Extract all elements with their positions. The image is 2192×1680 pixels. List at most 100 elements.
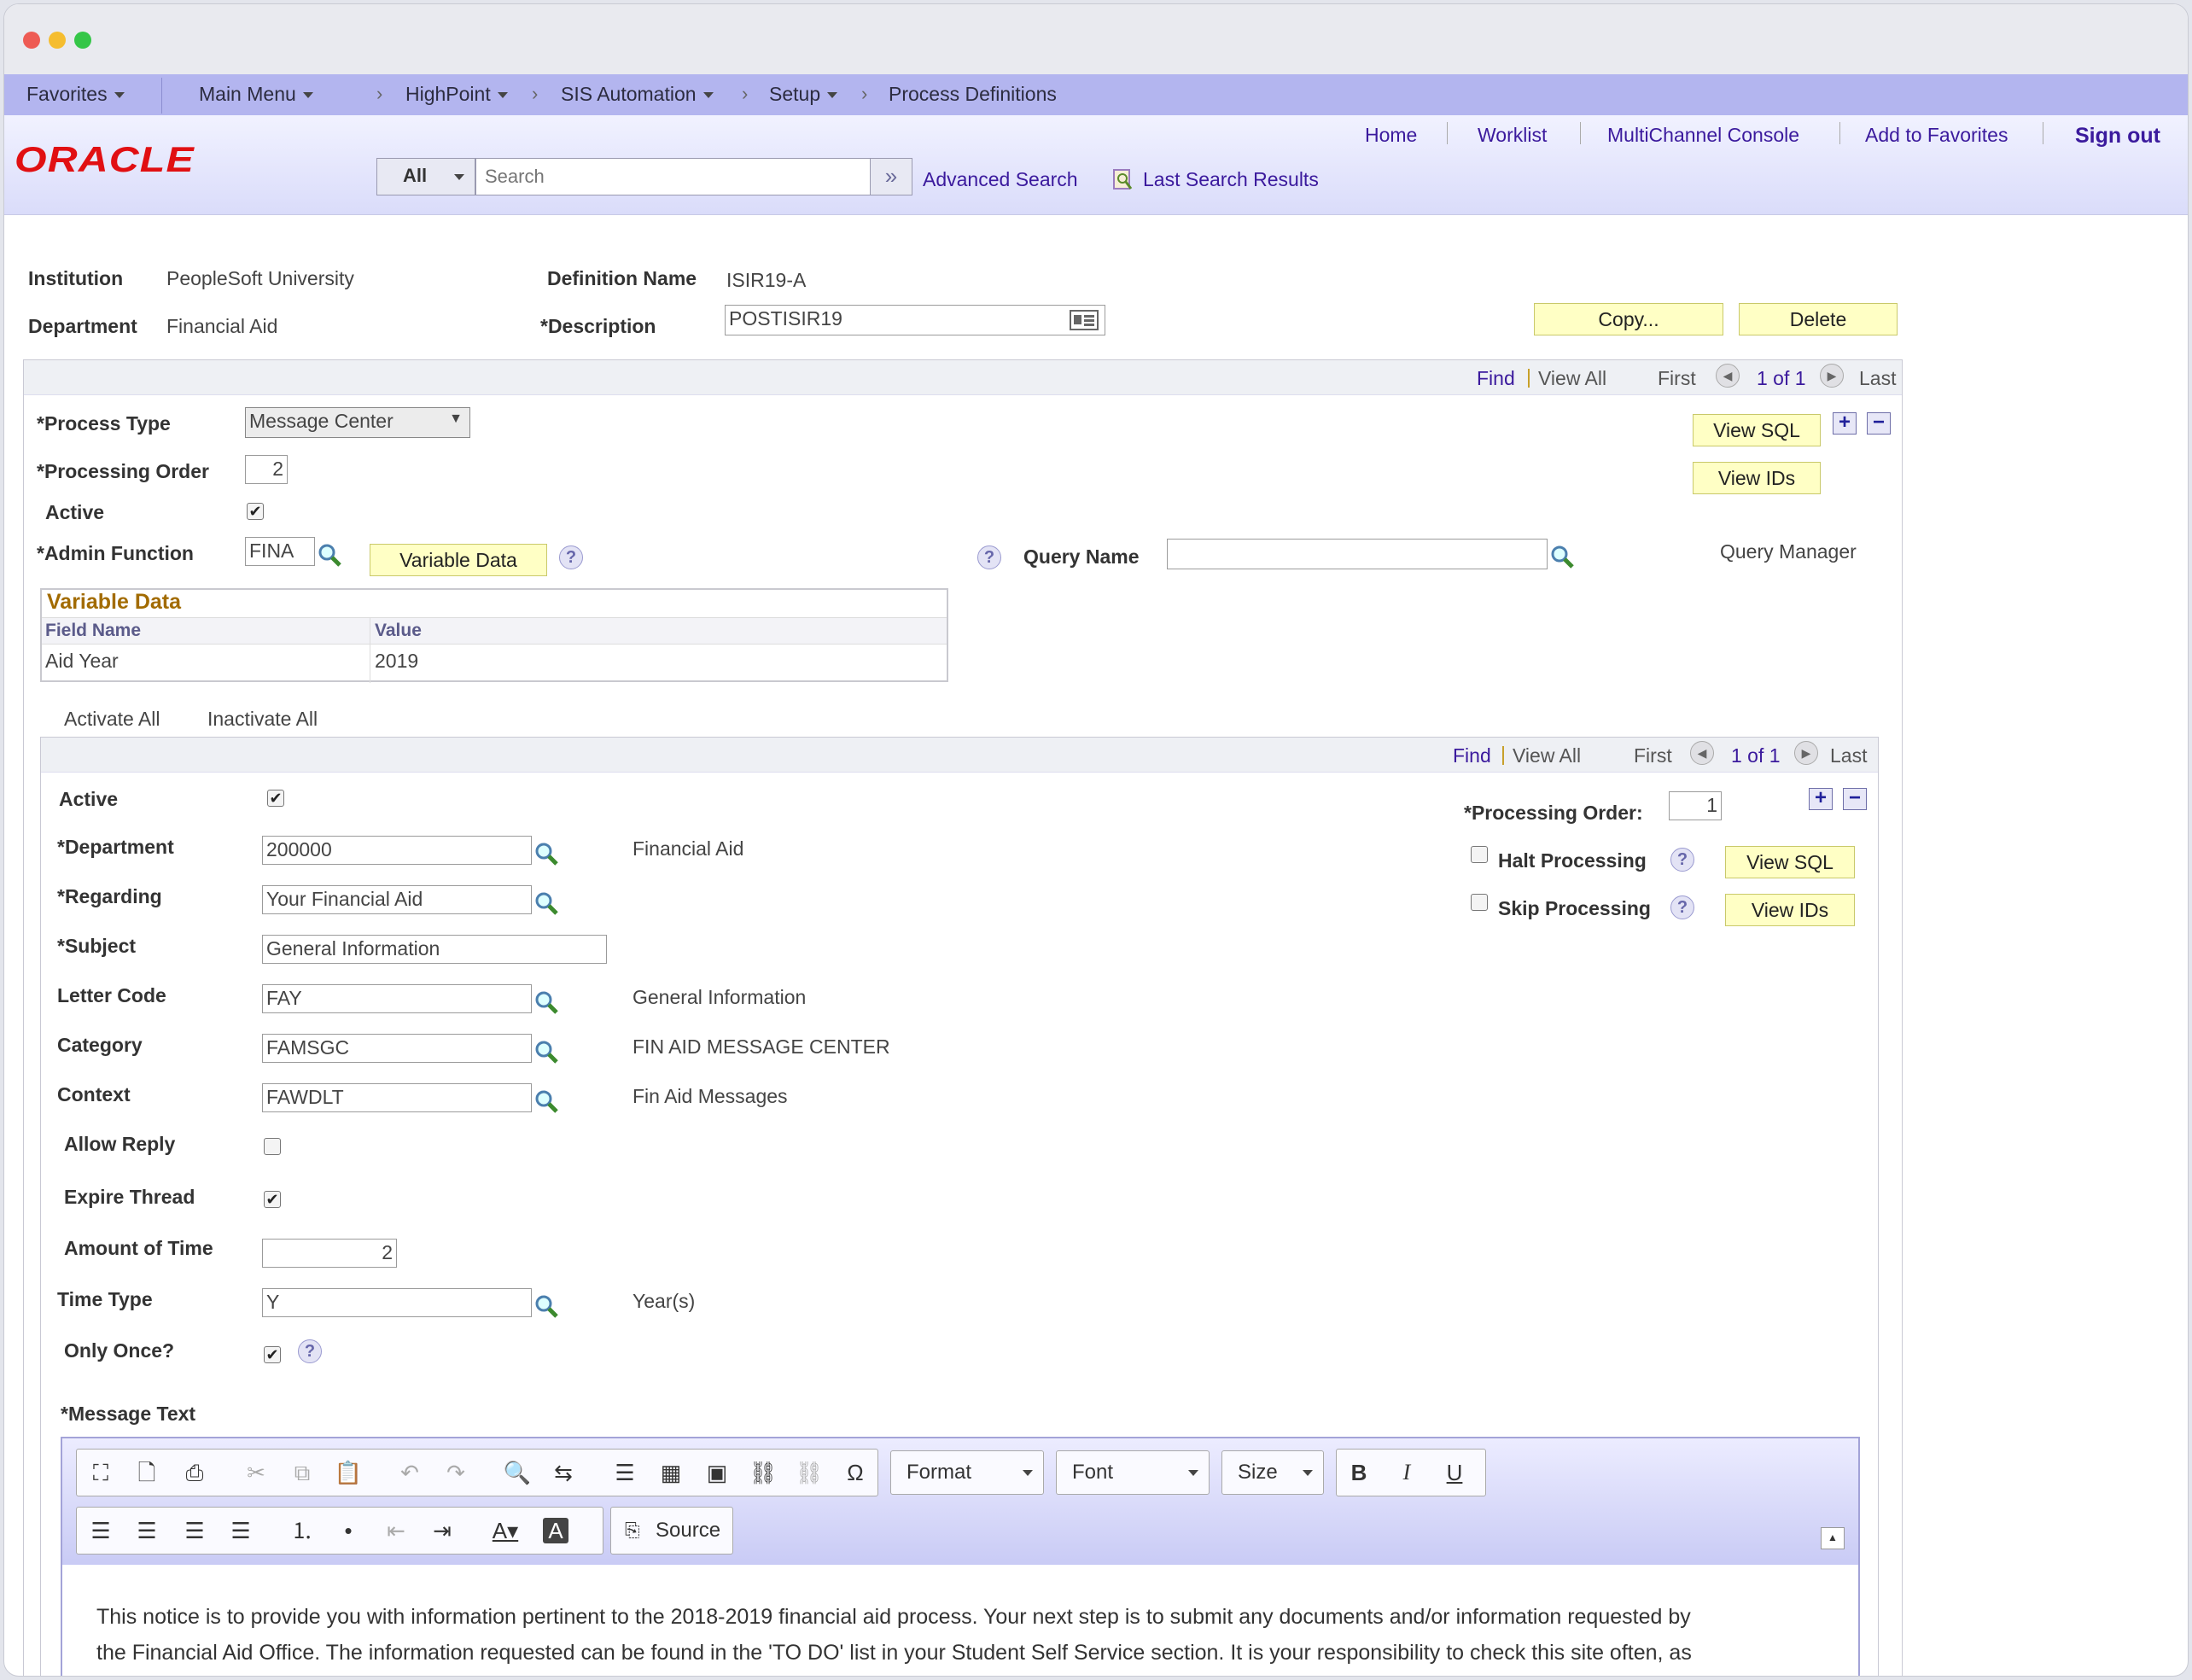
minimize-window-button[interactable] — [49, 32, 66, 49]
text-color-icon[interactable]: A▾ — [488, 1514, 522, 1548]
view-all-link[interactable]: View All — [1513, 744, 1581, 767]
font-dropdown[interactable]: Font — [1056, 1450, 1210, 1495]
only-once-checkbox[interactable]: ✔ — [264, 1346, 281, 1363]
worklist-link[interactable]: Worklist — [1478, 124, 1547, 147]
align-right-icon[interactable]: ☰ — [178, 1514, 212, 1548]
help-icon[interactable]: ? — [977, 545, 1001, 569]
lookup-search-icon[interactable] — [533, 1293, 559, 1319]
lookup-search-icon[interactable] — [317, 542, 342, 568]
bold-icon[interactable]: B — [1342, 1455, 1376, 1490]
message-department-input[interactable]: 200000 — [262, 836, 532, 865]
help-icon[interactable]: ? — [1670, 895, 1694, 919]
size-dropdown[interactable]: Size — [1221, 1450, 1324, 1495]
close-window-button[interactable] — [23, 32, 40, 49]
previous-arrow-icon[interactable]: ◀ — [1716, 364, 1740, 388]
editor-content[interactable]: This notice is to provide you with infor… — [96, 1599, 1692, 1671]
first-link[interactable]: First — [1634, 744, 1672, 767]
lookup-search-icon[interactable] — [533, 989, 559, 1015]
bulleted-list-icon[interactable]: • — [331, 1514, 365, 1548]
last-link[interactable]: Last — [1830, 744, 1867, 767]
search-input[interactable] — [475, 158, 872, 195]
preview-icon[interactable]: 🗋 — [130, 1455, 164, 1490]
inactivate-all-link[interactable]: Inactivate All — [207, 708, 318, 731]
breadcrumb-setup[interactable]: Setup — [769, 83, 838, 106]
align-left-icon[interactable]: ☰ — [84, 1514, 118, 1548]
active-checkbox[interactable]: ✔ — [247, 503, 264, 520]
message-view-ids-button[interactable]: View IDs — [1725, 894, 1855, 926]
activate-all-link[interactable]: Activate All — [64, 708, 160, 731]
view-sql-button[interactable]: View SQL — [1693, 414, 1821, 446]
next-arrow-icon[interactable]: ▶ — [1820, 364, 1844, 388]
add-to-favorites-link[interactable]: Add to Favorites — [1865, 124, 2008, 147]
background-color-icon[interactable]: A — [543, 1518, 568, 1543]
variable-data-button[interactable]: Variable Data — [370, 544, 547, 576]
link-icon[interactable]: ⛓ — [746, 1455, 780, 1490]
help-icon[interactable]: ? — [1670, 848, 1694, 872]
time-type-input[interactable]: Y — [262, 1288, 532, 1317]
message-processing-order-input[interactable]: 1 — [1669, 791, 1722, 820]
lookup-search-icon[interactable] — [533, 1039, 559, 1065]
find-icon[interactable]: 🔍 — [500, 1455, 534, 1490]
maximize-icon[interactable]: ⛶ — [84, 1455, 118, 1490]
message-view-sql-button[interactable]: View SQL — [1725, 846, 1855, 878]
replace-icon[interactable]: ⇆ — [546, 1455, 580, 1490]
halt-processing-checkbox[interactable] — [1471, 846, 1488, 863]
sign-out-link[interactable]: Sign out — [2075, 124, 2160, 149]
message-active-checkbox[interactable]: ✔ — [267, 790, 284, 807]
maximize-window-button[interactable] — [74, 32, 91, 49]
lookup-search-icon[interactable] — [533, 890, 559, 916]
admin-function-input[interactable]: FINA — [245, 537, 315, 566]
paste-icon[interactable]: 📋 — [331, 1455, 365, 1490]
breadcrumb-sis-automation[interactable]: SIS Automation — [561, 83, 714, 106]
print-icon[interactable]: ⎙ — [178, 1455, 212, 1490]
find-link[interactable]: Find — [1453, 744, 1491, 767]
letter-code-input[interactable]: FAY — [262, 984, 532, 1013]
redo-icon[interactable]: ↷ — [439, 1455, 473, 1490]
allow-reply-checkbox[interactable] — [264, 1138, 281, 1155]
category-input[interactable]: FAMSGC — [262, 1034, 532, 1063]
view-ids-button[interactable]: View IDs — [1693, 462, 1821, 494]
cut-icon[interactable]: ✂ — [239, 1455, 273, 1490]
query-manager-link[interactable]: Query Manager — [1720, 540, 1857, 563]
next-arrow-icon[interactable]: ▶ — [1794, 741, 1818, 765]
first-link[interactable]: First — [1658, 367, 1696, 390]
align-center-icon[interactable]: ☰ — [130, 1514, 164, 1548]
last-search-results-link[interactable]: Last Search Results — [1143, 168, 1319, 191]
special-character-icon[interactable]: Ω — [838, 1455, 872, 1490]
find-link[interactable]: Find — [1477, 367, 1515, 390]
help-icon[interactable]: ? — [559, 545, 583, 569]
collapse-toolbar-icon[interactable]: ▲ — [1821, 1527, 1845, 1549]
search-go-button[interactable]: » — [870, 158, 912, 195]
source-button[interactable]: ⎘ Source — [610, 1507, 733, 1555]
amount-of-time-input[interactable]: 2 — [262, 1239, 397, 1268]
lookup-search-icon[interactable] — [533, 841, 559, 866]
table-icon[interactable]: ▦ — [654, 1455, 688, 1490]
lookup-search-icon[interactable] — [533, 1088, 559, 1114]
breadcrumb-highpoint[interactable]: HighPoint — [405, 83, 508, 106]
add-row-icon[interactable]: + — [1809, 788, 1833, 810]
home-link[interactable]: Home — [1365, 124, 1417, 147]
context-input[interactable]: FAWDLT — [262, 1083, 532, 1112]
subject-input[interactable]: General Information — [262, 935, 607, 964]
contact-card-icon[interactable] — [1070, 310, 1099, 330]
favorites-menu[interactable]: Favorites — [26, 83, 125, 106]
underline-icon[interactable]: U — [1437, 1455, 1472, 1490]
search-scope-select[interactable]: All — [376, 158, 475, 195]
regarding-input[interactable]: Your Financial Aid — [262, 885, 532, 914]
lookup-search-icon[interactable] — [1549, 544, 1575, 569]
previous-arrow-icon[interactable]: ◀ — [1690, 741, 1714, 765]
query-name-input[interactable] — [1167, 539, 1548, 569]
advanced-search-link[interactable]: Advanced Search — [923, 168, 1078, 191]
description-input[interactable]: POSTISIR19 — [725, 305, 1105, 335]
indent-icon[interactable]: ⇥ — [425, 1514, 459, 1548]
help-icon[interactable]: ? — [298, 1339, 322, 1363]
delete-row-icon[interactable]: − — [1843, 788, 1867, 810]
breadcrumb-process-definitions[interactable]: Process Definitions — [889, 83, 1057, 106]
italic-icon[interactable]: I — [1390, 1455, 1424, 1490]
processing-order-input[interactable]: 2 — [245, 455, 288, 484]
format-dropdown[interactable]: Format — [890, 1450, 1044, 1495]
multichannel-console-link[interactable]: MultiChannel Console — [1607, 124, 1799, 147]
add-row-icon[interactable]: + — [1833, 412, 1857, 435]
undo-icon[interactable]: ↶ — [393, 1455, 427, 1490]
image-icon[interactable]: ▣ — [700, 1455, 734, 1490]
